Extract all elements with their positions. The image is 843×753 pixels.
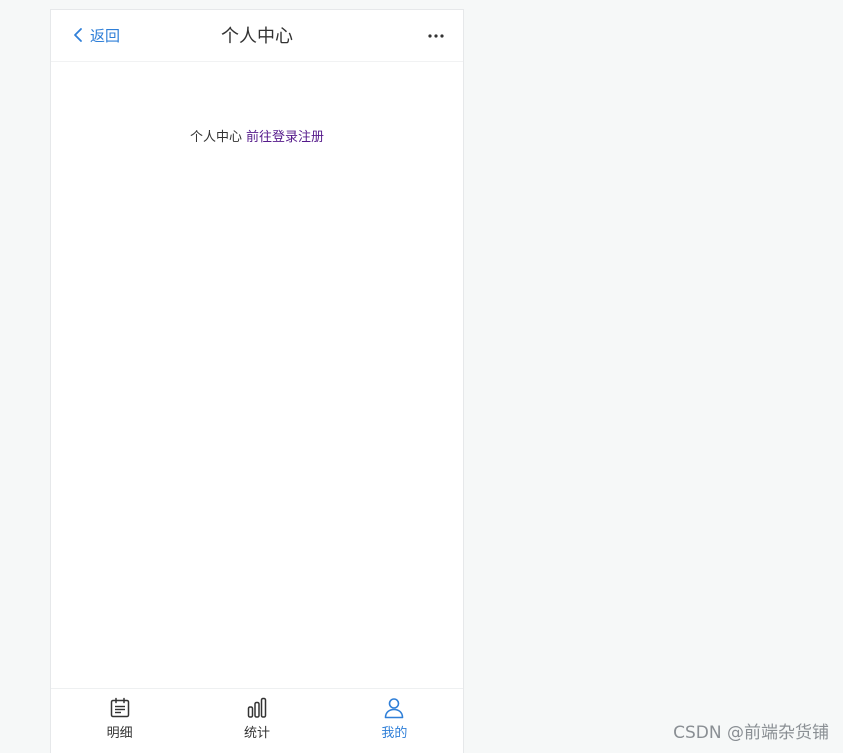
tab-statistics[interactable]: 统计 xyxy=(188,689,325,753)
content-text: 个人中心 xyxy=(189,130,242,145)
user-icon xyxy=(385,698,404,719)
tab-mine[interactable]: 我的 xyxy=(326,689,463,753)
tab-detail[interactable]: 明细 xyxy=(51,689,188,753)
calendar-list-icon xyxy=(110,697,129,718)
nav-bar: 返回 个人中心 xyxy=(51,10,463,62)
page-title: 个人中心 xyxy=(221,26,293,47)
tab-bar: 明细 统计 我的 xyxy=(51,688,463,753)
tab-label-statistics: 统计 xyxy=(243,726,270,741)
ellipsis-icon xyxy=(428,34,444,38)
tab-label-mine: 我的 xyxy=(381,726,408,741)
watermark: CSDN @前端杂货铺 xyxy=(673,723,829,743)
bar-chart-icon xyxy=(247,697,267,718)
main-content: 个人中心 前往登录注册 xyxy=(51,126,463,145)
login-register-link[interactable]: 前往登录注册 xyxy=(246,130,324,145)
tab-label-detail: 明细 xyxy=(106,726,133,741)
phone-frame: 返回 个人中心 个人中心 前往登录注册 明细 统计 我的 xyxy=(50,9,464,753)
more-button[interactable] xyxy=(423,26,449,46)
